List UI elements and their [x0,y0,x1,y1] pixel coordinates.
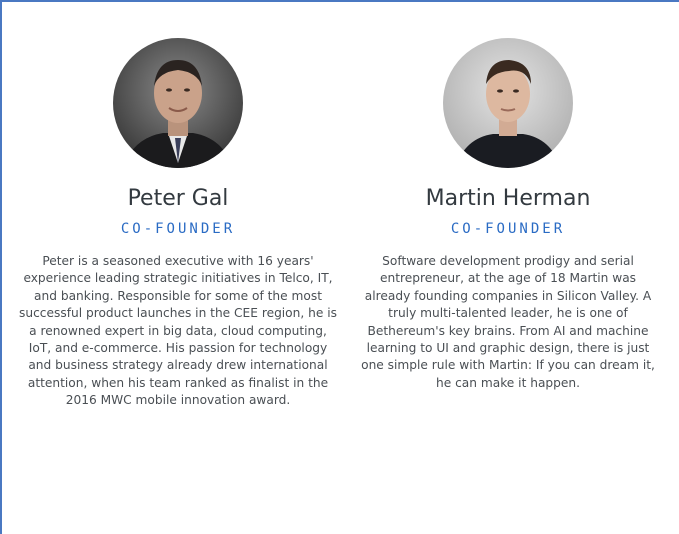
person-bio: Peter is a seasoned executive with 16 ye… [19,254,337,408]
team-member-card: Peter Gal CO-FOUNDER Peter is a seasoned… [8,38,348,410]
person-name: Martin Herman [425,186,591,211]
person-bio: Software development prodigy and serial … [361,254,655,390]
person-role: CO-FOUNDER [450,221,566,237]
avatar [443,38,573,168]
avatar [113,38,243,168]
person-role: CO-FOUNDER [120,221,236,237]
team-member-card: Martin Herman CO-FOUNDER Software develo… [338,38,678,392]
portrait-photo [113,38,243,168]
person-name: Peter Gal [127,186,229,211]
portrait-photo [443,38,573,168]
